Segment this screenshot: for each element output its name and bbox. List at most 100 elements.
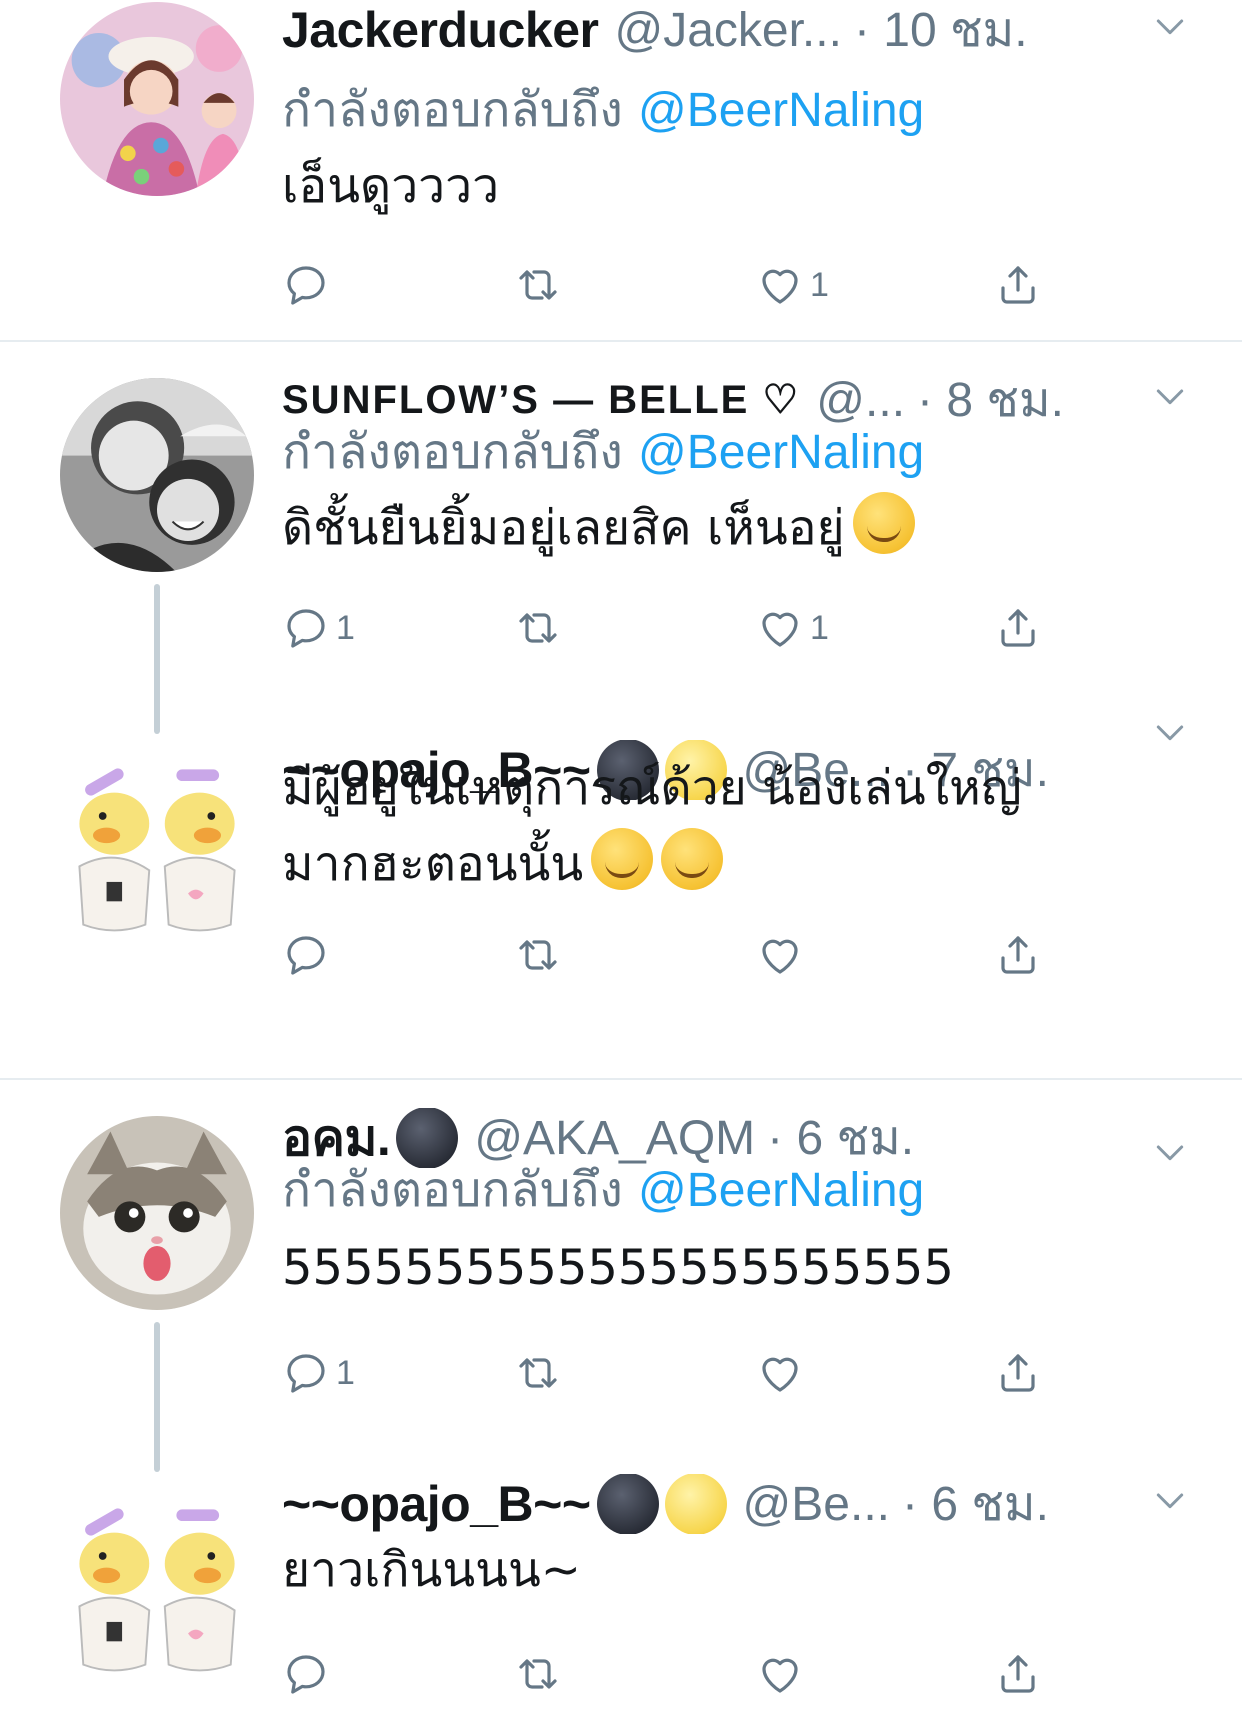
action-bar: 1 bbox=[282, 1343, 1062, 1403]
share-button[interactable] bbox=[994, 931, 1042, 979]
like-button[interactable] bbox=[756, 931, 810, 979]
tweet-text-line: มีผู้อยู่ในเหตุการณ์ด้วย น้องเล่นใหญ่ bbox=[282, 760, 1022, 816]
like-icon bbox=[756, 931, 804, 979]
mention-link[interactable]: @BeerNaling bbox=[638, 1164, 924, 1217]
like-count: 1 bbox=[810, 265, 829, 304]
tweet-text-line: เอ็นดูวววว bbox=[282, 158, 500, 214]
display-name[interactable]: Jackerducker bbox=[282, 1, 599, 59]
retweet-button[interactable] bbox=[514, 1349, 568, 1397]
avatar-image bbox=[60, 1116, 254, 1310]
replying-to: กำลังตอบกลับถึง @BeerNaling bbox=[282, 72, 924, 148]
tweet-2[interactable]: SUNFLOW’S — BELLE ♡ @... · 8 ชม. กำลังตอ… bbox=[0, 342, 1242, 734]
action-bar: 1 1 bbox=[282, 598, 1062, 658]
share-icon bbox=[994, 604, 1042, 652]
caret-down-icon[interactable] bbox=[1150, 1480, 1190, 1520]
new-moon-face-emoji-icon bbox=[596, 1474, 659, 1534]
like-button[interactable] bbox=[756, 1349, 810, 1397]
avatar[interactable] bbox=[60, 378, 254, 572]
replying-to-label: กำลังตอบกลับถึง bbox=[282, 1162, 623, 1218]
replying-to: กำลังตอบกลับถึง @BeerNaling bbox=[282, 1152, 924, 1228]
reply-count: 1 bbox=[336, 608, 355, 647]
share-button[interactable] bbox=[994, 604, 1042, 652]
tweet-header: Jackerducker @Jacker... · 10 ชม. bbox=[282, 0, 1132, 60]
tweet-3[interactable]: ~~opajo_B~~ @Be... · 7 ชม. มีผู้อยู่ในเห… bbox=[0, 740, 1242, 1078]
action-bar bbox=[282, 1644, 1062, 1704]
reply-button[interactable] bbox=[282, 1650, 336, 1698]
share-button[interactable] bbox=[994, 1349, 1042, 1397]
display-name[interactable]: ~~opajo_B~~ bbox=[282, 1475, 591, 1533]
timestamp[interactable]: · 8 ชม. bbox=[917, 370, 1064, 430]
share-button[interactable] bbox=[994, 1650, 1042, 1698]
caret-down-icon[interactable] bbox=[1150, 1132, 1190, 1172]
tweet-header: ~~opajo_B~~ @Be... · 6 ชม. bbox=[282, 1474, 1132, 1534]
reply-button[interactable] bbox=[282, 261, 336, 309]
timestamp[interactable]: · 10 ชม. bbox=[854, 0, 1028, 60]
avatar[interactable] bbox=[60, 1490, 254, 1684]
like-button[interactable]: 1 bbox=[756, 604, 829, 652]
replying-to-label: กำลังตอบกลับถึง bbox=[282, 82, 623, 138]
caret-down-icon[interactable] bbox=[1150, 6, 1190, 46]
retweet-icon bbox=[514, 261, 562, 309]
retweet-icon bbox=[514, 604, 562, 652]
tweet-1[interactable]: Jackerducker @Jacker... · 10 ชม. กำลังตอ… bbox=[0, 0, 1242, 340]
like-icon bbox=[756, 1650, 804, 1698]
retweet-button[interactable] bbox=[514, 604, 568, 652]
reply-icon bbox=[282, 1349, 330, 1397]
retweet-button[interactable] bbox=[514, 1650, 568, 1698]
reply-icon bbox=[282, 604, 330, 652]
mention-link[interactable]: @BeerNaling bbox=[638, 84, 924, 137]
like-icon bbox=[756, 261, 804, 309]
like-button[interactable] bbox=[756, 1650, 810, 1698]
avatar[interactable] bbox=[60, 750, 254, 944]
avatar[interactable] bbox=[60, 1116, 254, 1310]
reply-button[interactable]: 1 bbox=[282, 604, 355, 652]
timestamp[interactable]: · 6 ชม. bbox=[902, 1474, 1049, 1534]
retweet-icon bbox=[514, 931, 562, 979]
share-icon bbox=[994, 1349, 1042, 1397]
retweet-icon bbox=[514, 1349, 562, 1397]
avatar-image bbox=[60, 750, 254, 944]
caret-down-icon[interactable] bbox=[1150, 712, 1190, 752]
tweet-text: เอ็นดูวววว bbox=[282, 148, 1162, 224]
avatar-image bbox=[60, 2, 254, 196]
thread-line bbox=[154, 584, 160, 734]
reply-icon bbox=[282, 261, 330, 309]
like-icon bbox=[756, 604, 804, 652]
tweet-text: มีผู้อยู่ในเหตุการณ์ด้วย น้องเล่นใหญ่ มา… bbox=[282, 750, 1162, 902]
reply-icon bbox=[282, 1650, 330, 1698]
avatar[interactable] bbox=[60, 2, 254, 196]
tweet-text: ดิชั้นยืนยิ้มอยู่เลยสิค เห็นอยู่ bbox=[282, 490, 1162, 566]
tweet-4[interactable]: อคม. @AKA_AQM · 6 ชม. กำลังตอบกลับถึง @B… bbox=[0, 1080, 1242, 1472]
retweet-button[interactable] bbox=[514, 261, 568, 309]
retweet-icon bbox=[514, 1650, 562, 1698]
replying-to: กำลังตอบกลับถึง @BeerNaling bbox=[282, 414, 924, 490]
reply-button[interactable]: 1 bbox=[282, 1349, 355, 1397]
thread-line bbox=[154, 1322, 160, 1472]
share-icon bbox=[994, 931, 1042, 979]
avatar-image bbox=[60, 1490, 254, 1684]
share-icon bbox=[994, 261, 1042, 309]
action-bar bbox=[282, 925, 1062, 985]
tweet-text-line: ดิชั้นยืนยิ้มอยู่เลยสิค เห็นอยู่ bbox=[282, 500, 845, 556]
share-icon bbox=[994, 1650, 1042, 1698]
user-handle[interactable]: @Jacker... bbox=[614, 3, 841, 58]
reply-count: 1 bbox=[336, 1353, 355, 1392]
laughing-emoji-icon bbox=[852, 492, 915, 554]
like-count: 1 bbox=[810, 608, 829, 647]
action-bar: 1 bbox=[282, 255, 1062, 315]
retweet-button[interactable] bbox=[514, 931, 568, 979]
like-icon bbox=[756, 1349, 804, 1397]
tweet-text: ยาวเกินนนน~ bbox=[282, 1532, 1162, 1608]
tweet-5[interactable]: ~~opajo_B~~ @Be... · 6 ชม. ยาวเกินนนน~ bbox=[0, 1474, 1242, 1719]
tweet-text-line: ยาวเกินนนน~ bbox=[282, 1542, 581, 1598]
smiling-face-emoji-icon bbox=[591, 828, 654, 890]
mention-link[interactable]: @BeerNaling bbox=[638, 426, 924, 479]
caret-down-icon[interactable] bbox=[1150, 376, 1190, 416]
user-handle[interactable]: @Be... bbox=[743, 1477, 890, 1532]
action-bar bbox=[282, 1246, 1062, 1306]
share-button[interactable] bbox=[994, 261, 1042, 309]
reply-icon bbox=[282, 931, 330, 979]
reply-button[interactable] bbox=[282, 931, 336, 979]
like-button[interactable]: 1 bbox=[756, 261, 829, 309]
smiling-face-emoji-icon bbox=[661, 828, 724, 890]
